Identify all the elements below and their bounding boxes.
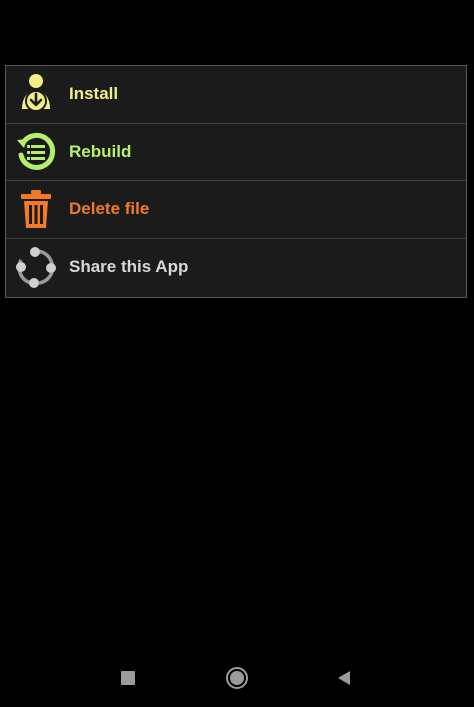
install-icon <box>14 72 58 116</box>
menu-item-rebuild[interactable]: Rebuild <box>6 124 466 181</box>
home-icon <box>225 666 249 695</box>
trash-icon <box>14 187 58 231</box>
recents-icon <box>120 670 136 691</box>
screen: Install Rebuild Delete file Share this A… <box>0 0 474 707</box>
back-button[interactable] <box>330 666 358 694</box>
share-icon <box>14 245 58 289</box>
back-icon <box>336 670 352 691</box>
menu-item-delete-file[interactable]: Delete file <box>6 181 466 239</box>
recents-button[interactable] <box>114 666 142 694</box>
menu-item-label: Delete file <box>69 199 150 219</box>
rebuild-icon <box>14 130 58 174</box>
menu-item-label: Rebuild <box>69 141 132 161</box>
context-menu: Install Rebuild Delete file Share this A… <box>5 65 467 298</box>
menu-item-label: Share this App <box>69 257 189 277</box>
menu-item-install[interactable]: Install <box>6 66 466 124</box>
home-button[interactable] <box>223 666 251 694</box>
menu-item-share-app[interactable]: Share this App <box>6 239 466 297</box>
navigation-bar <box>0 652 474 707</box>
menu-item-label: Install <box>69 84 119 104</box>
